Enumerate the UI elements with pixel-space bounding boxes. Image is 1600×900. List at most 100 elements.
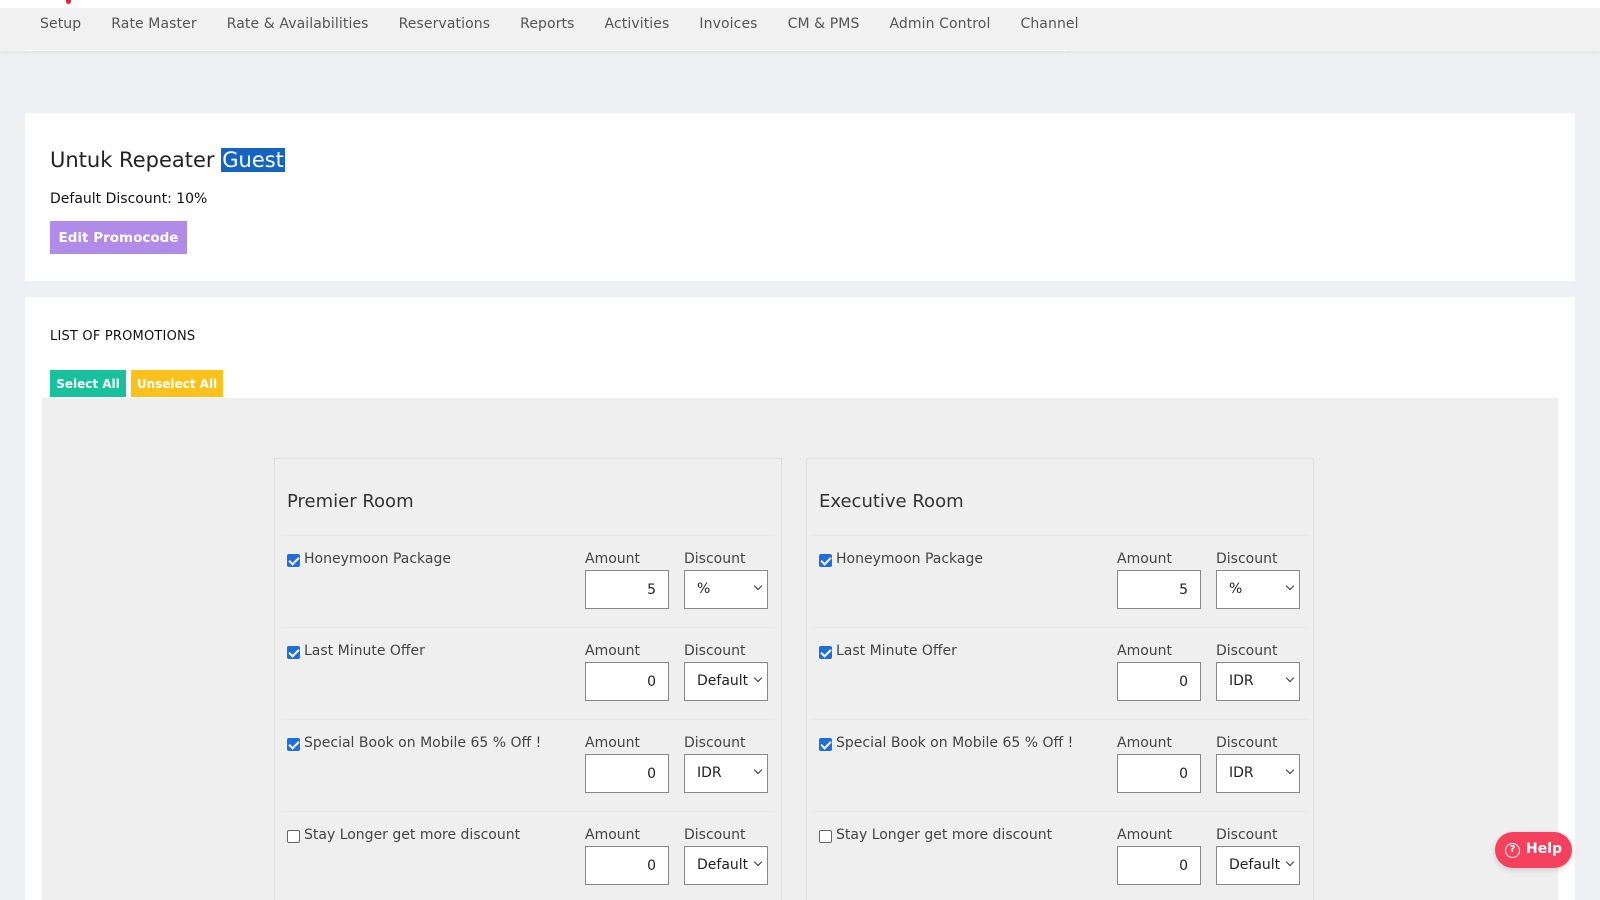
discount-select[interactable]: Default bbox=[1216, 846, 1300, 885]
discount-select-value: IDR bbox=[1229, 765, 1254, 781]
unselect-all-button[interactable]: Unselect All bbox=[131, 370, 223, 397]
discount-select-value: Default bbox=[1229, 857, 1281, 873]
nav-item-rate-master[interactable]: Rate Master bbox=[96, 8, 211, 32]
promotion-name: Stay Longer get more discount bbox=[304, 827, 521, 843]
promotion-name: Stay Longer get more discount bbox=[836, 827, 1053, 843]
promotion-row: Last Minute Offer Amount Discount Defaul… bbox=[281, 627, 775, 721]
promocode-title-text: Untuk Repeater bbox=[50, 148, 215, 172]
amount-label: Amount bbox=[585, 643, 641, 659]
amount-input[interactable] bbox=[1117, 570, 1201, 609]
promotion-checkbox[interactable] bbox=[819, 830, 832, 843]
chevron-down-icon bbox=[1285, 673, 1295, 683]
amount-label: Amount bbox=[585, 735, 641, 751]
promotion-checkbox[interactable] bbox=[287, 646, 300, 659]
discount-select[interactable]: IDR bbox=[1216, 754, 1300, 793]
promotion-row: Stay Longer get more discount Amount Dis… bbox=[281, 811, 775, 900]
amount-label: Amount bbox=[1117, 643, 1173, 659]
promotion-checkbox[interactable] bbox=[287, 830, 300, 843]
rooms-panel: Premier Room Honeymoon Package Amount Di… bbox=[42, 398, 1558, 900]
chevron-down-icon bbox=[1285, 581, 1295, 591]
discount-select[interactable]: IDR bbox=[684, 754, 768, 793]
discount-label: Discount bbox=[684, 827, 746, 843]
promotion-row: Special Book on Mobile 65 % Off ! Amount… bbox=[281, 719, 775, 813]
promotions-list-title: LIST OF PROMOTIONS bbox=[50, 329, 196, 344]
nav-item-setup[interactable]: Setup bbox=[25, 8, 96, 32]
chevron-down-icon bbox=[753, 857, 763, 867]
promotion-checkbox[interactable] bbox=[819, 646, 832, 659]
amount-input[interactable] bbox=[585, 754, 669, 793]
chevron-down-icon bbox=[753, 673, 763, 683]
room-card-executive: Executive Room Honeymoon Package Amount … bbox=[806, 458, 1314, 900]
amount-input[interactable] bbox=[1117, 846, 1201, 885]
nav-item-invoices[interactable]: Invoices bbox=[684, 8, 772, 32]
discount-select[interactable]: IDR bbox=[1216, 662, 1300, 701]
question-circle-icon: ? bbox=[1505, 843, 1520, 858]
discount-label: Discount bbox=[684, 643, 746, 659]
nav-item-cm-pms[interactable]: CM & PMS bbox=[773, 8, 875, 32]
discount-select-value: IDR bbox=[697, 765, 722, 781]
help-button[interactable]: ? Help bbox=[1495, 832, 1572, 868]
promotion-row: Stay Longer get more discount Amount Dis… bbox=[813, 811, 1307, 900]
promotion-row: Special Book on Mobile 65 % Off ! Amount… bbox=[813, 719, 1307, 813]
promotion-checkbox[interactable] bbox=[287, 738, 300, 751]
amount-label: Amount bbox=[585, 551, 641, 567]
help-label: Help bbox=[1526, 841, 1563, 857]
discount-label: Discount bbox=[1216, 643, 1278, 659]
select-all-button[interactable]: Select All bbox=[50, 370, 126, 397]
amount-input[interactable] bbox=[585, 662, 669, 701]
promotion-name: Last Minute Offer bbox=[836, 643, 957, 659]
nav-item-admin-control[interactable]: Admin Control bbox=[874, 8, 1005, 32]
discount-select[interactable]: Default bbox=[684, 662, 768, 701]
chevron-down-icon bbox=[753, 765, 763, 775]
promotion-checkbox[interactable] bbox=[819, 554, 832, 567]
chevron-down-icon bbox=[1285, 857, 1295, 867]
promotion-name: Special Book on Mobile 65 % Off ! bbox=[304, 735, 542, 751]
promotion-name: Special Book on Mobile 65 % Off ! bbox=[836, 735, 1074, 751]
nav-item-reservations[interactable]: Reservations bbox=[384, 8, 506, 32]
discount-label: Discount bbox=[1216, 735, 1278, 751]
amount-label: Amount bbox=[1117, 735, 1173, 751]
promocode-title: Untuk Repeater Guest bbox=[50, 148, 285, 172]
edit-promocode-button[interactable]: Edit Promocode bbox=[50, 221, 187, 254]
discount-select-value: IDR bbox=[1229, 673, 1254, 689]
nav-item-activities[interactable]: Activities bbox=[590, 8, 685, 32]
room-title: Executive Room bbox=[819, 491, 964, 512]
promotion-name: Honeymoon Package bbox=[836, 551, 983, 567]
amount-label: Amount bbox=[1117, 551, 1173, 567]
promotion-checkbox[interactable] bbox=[287, 554, 300, 567]
nav-item-rate-availabilities[interactable]: Rate & Availabilities bbox=[212, 8, 384, 32]
discount-select-value: Default bbox=[697, 673, 749, 689]
amount-input[interactable] bbox=[1117, 662, 1201, 701]
discount-select-value: % bbox=[697, 581, 711, 597]
logo-fragment bbox=[66, 0, 71, 4]
amount-input[interactable] bbox=[585, 846, 669, 885]
discount-label: Discount bbox=[1216, 827, 1278, 843]
discount-label: Discount bbox=[1216, 551, 1278, 567]
top-strip bbox=[0, 0, 1600, 8]
discount-select[interactable]: % bbox=[1216, 570, 1300, 609]
discount-select-value: Default bbox=[697, 857, 749, 873]
discount-label: Discount bbox=[684, 551, 746, 567]
discount-select[interactable]: % bbox=[684, 570, 768, 609]
promotion-checkbox[interactable] bbox=[819, 738, 832, 751]
promocode-title-selected-text: Guest bbox=[221, 148, 285, 172]
room-card-premier: Premier Room Honeymoon Package Amount Di… bbox=[274, 458, 782, 900]
chevron-down-icon bbox=[753, 581, 763, 591]
main-navbar: Setup Rate Master Rate & Availabilities … bbox=[0, 8, 1600, 51]
nav-item-channel[interactable]: Channel bbox=[1005, 8, 1093, 32]
room-title: Premier Room bbox=[287, 491, 414, 512]
discount-label: Discount bbox=[684, 735, 746, 751]
discount-select[interactable]: Default bbox=[684, 846, 768, 885]
nav-menu: Setup Rate Master Rate & Availabilities … bbox=[25, 8, 1079, 51]
nav-item-reports[interactable]: Reports bbox=[505, 8, 589, 32]
promotion-row: Honeymoon Package Amount Discount % bbox=[813, 535, 1307, 629]
default-discount-text: Default Discount: 10% bbox=[50, 191, 208, 207]
amount-label: Amount bbox=[1117, 827, 1173, 843]
amount-input[interactable] bbox=[1117, 754, 1201, 793]
promotions-card: LIST OF PROMOTIONS Select All Unselect A… bbox=[25, 297, 1575, 900]
promocode-card: Untuk Repeater Guest Default Discount: 1… bbox=[25, 113, 1575, 281]
discount-select-value: % bbox=[1229, 581, 1243, 597]
promotion-row: Honeymoon Package Amount Discount % bbox=[281, 535, 775, 629]
amount-input[interactable] bbox=[585, 570, 669, 609]
promotion-name: Last Minute Offer bbox=[304, 643, 425, 659]
